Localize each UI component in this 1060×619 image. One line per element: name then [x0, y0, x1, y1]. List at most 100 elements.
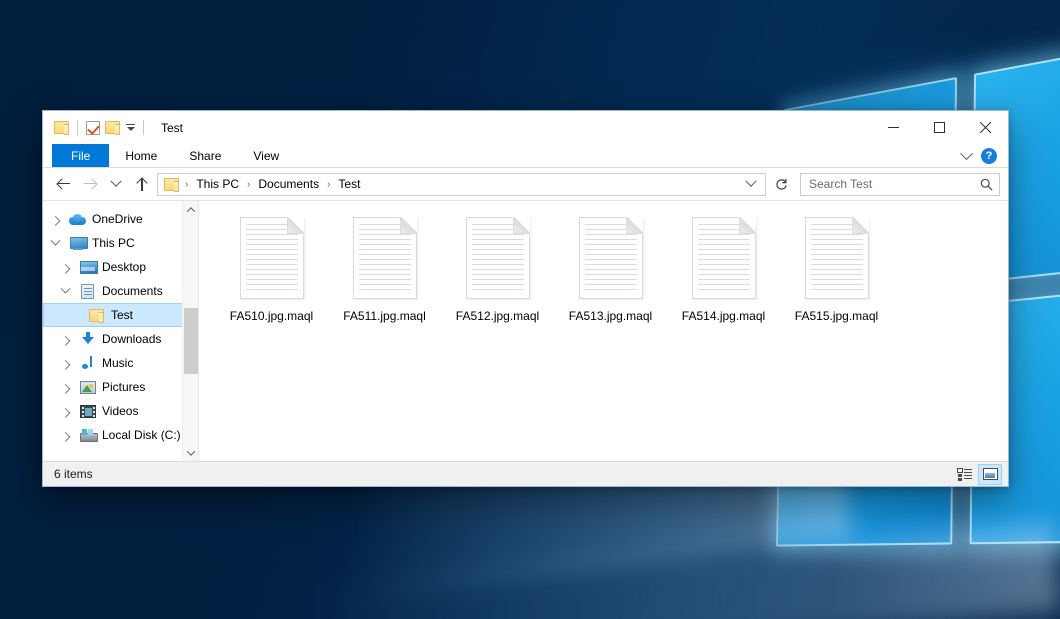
breadcrumb-separator-2: ›	[326, 179, 331, 190]
sidebar-item-this-pc[interactable]: This PC	[43, 231, 198, 255]
tab-view[interactable]: View	[237, 144, 295, 167]
file-item[interactable]: FA515.jpg.maql	[780, 215, 893, 323]
search-icon	[980, 178, 993, 191]
sidebar-item-label: Pictures	[102, 380, 145, 394]
ribbon-tabs: File Home Share View ?	[43, 144, 1008, 168]
sidebar-item-label: Test	[111, 308, 133, 322]
onedrive-icon	[69, 214, 86, 225]
sidebar-item-documents[interactable]: Documents	[43, 279, 198, 303]
ribbon-right-controls: ?	[962, 144, 1002, 168]
sidebar-item-pictures[interactable]: Pictures	[43, 375, 198, 399]
properties-check-icon[interactable]	[86, 121, 100, 135]
window-controls	[870, 111, 1008, 144]
details-view-button[interactable]	[952, 464, 976, 485]
breadcrumb-chevron-down-icon[interactable]	[745, 176, 756, 187]
chevron-right-icon[interactable]	[57, 336, 73, 343]
chevron-down-icon[interactable]	[47, 240, 63, 247]
generic-document-icon	[805, 217, 869, 299]
chevron-right-icon[interactable]	[57, 264, 73, 271]
details-view-icon	[957, 468, 972, 480]
documents-icon	[79, 284, 96, 299]
status-bar: 6 items	[43, 461, 1008, 486]
close-button[interactable]	[962, 111, 1008, 144]
sidebar-item-label: Music	[102, 356, 133, 370]
navigation-tree: OneDrive This PC Desktop	[43, 201, 198, 461]
window-body: OneDrive This PC Desktop	[43, 200, 1008, 461]
file-item[interactable]: FA514.jpg.maql	[667, 215, 780, 323]
folder-icon[interactable]	[54, 121, 69, 134]
navigation-scrollbar[interactable]	[182, 201, 198, 461]
sidebar-item-label: Documents	[102, 284, 163, 298]
generic-document-icon	[692, 217, 756, 299]
sidebar-item-label: This PC	[92, 236, 135, 250]
sidebar-item-label: Desktop	[102, 260, 146, 274]
title-bar: Test	[43, 111, 1008, 144]
breadcrumb-item-documents[interactable]: Documents	[253, 175, 324, 193]
generic-document-icon	[353, 217, 417, 299]
videos-icon	[79, 405, 96, 418]
chevron-right-icon[interactable]	[57, 432, 73, 439]
search-box[interactable]	[800, 173, 1000, 196]
sidebar-item-downloads[interactable]: Downloads	[43, 327, 198, 351]
breadcrumb[interactable]: › This PC › Documents › Test	[157, 173, 766, 196]
breadcrumb-folder-icon	[164, 178, 179, 191]
new-folder-icon[interactable]	[105, 121, 120, 134]
sidebar-item-onedrive[interactable]: OneDrive	[43, 207, 198, 231]
breadcrumb-separator-0: ›	[184, 179, 189, 190]
large-icons-view-icon	[983, 468, 998, 480]
file-item[interactable]: FA510.jpg.maql	[215, 215, 328, 323]
file-name: FA512.jpg.maql	[456, 309, 539, 323]
file-item[interactable]: FA512.jpg.maql	[441, 215, 554, 323]
desktop: Test File Home Share View ?	[0, 0, 1060, 619]
tab-home[interactable]: Home	[109, 144, 173, 167]
toolbar-divider-2	[143, 120, 144, 135]
customize-toolbar-chevron-down-icon[interactable]	[125, 124, 135, 131]
recent-locations-button[interactable]	[105, 173, 127, 195]
breadcrumb-item-this-pc[interactable]: This PC	[191, 175, 244, 193]
help-icon[interactable]: ?	[981, 148, 997, 164]
minimize-button[interactable]	[870, 111, 916, 144]
tab-share[interactable]: Share	[173, 144, 237, 167]
navigation-pane: OneDrive This PC Desktop	[43, 201, 198, 461]
file-list-pane[interactable]: FA510.jpg.maql FA511.jpg.maql FA512.jpg.…	[198, 201, 1008, 461]
scrollbar-track[interactable]	[183, 218, 199, 444]
expand-ribbon-chevron-down-icon[interactable]	[960, 147, 973, 160]
generic-document-icon	[240, 217, 304, 299]
this-pc-icon	[69, 237, 86, 250]
sidebar-item-music[interactable]: Music	[43, 351, 198, 375]
sidebar-item-label: Videos	[102, 404, 138, 418]
file-name: FA513.jpg.maql	[569, 309, 652, 323]
sidebar-item-test[interactable]: Test	[43, 303, 198, 327]
up-button[interactable]	[131, 173, 153, 195]
tab-file[interactable]: File	[52, 144, 109, 167]
chevron-right-icon[interactable]	[57, 408, 73, 415]
file-name: FA510.jpg.maql	[230, 309, 313, 323]
chevron-right-icon[interactable]	[57, 384, 73, 391]
breadcrumb-item-test[interactable]: Test	[333, 175, 365, 193]
item-count-label: 6 items	[54, 467, 93, 481]
file-name: FA515.jpg.maql	[795, 309, 878, 323]
sidebar-item-label: OneDrive	[92, 212, 143, 226]
scroll-down-icon[interactable]	[183, 444, 199, 461]
sidebar-item-desktop[interactable]: Desktop	[43, 255, 198, 279]
toolbar-divider	[77, 120, 78, 135]
scrollbar-thumb[interactable]	[184, 308, 198, 374]
file-item[interactable]: FA511.jpg.maql	[328, 215, 441, 323]
chevron-right-icon[interactable]	[47, 216, 63, 223]
forward-button[interactable]	[79, 173, 101, 195]
file-explorer-window: Test File Home Share View ?	[42, 110, 1009, 487]
refresh-button[interactable]	[770, 173, 792, 196]
chevron-down-icon[interactable]	[57, 288, 73, 295]
file-name: FA511.jpg.maql	[343, 309, 426, 323]
search-input[interactable]	[809, 177, 980, 191]
folder-icon	[88, 309, 105, 322]
scroll-up-icon[interactable]	[183, 201, 199, 218]
large-icons-view-button[interactable]	[978, 464, 1002, 485]
desktop-icon	[79, 261, 96, 274]
chevron-right-icon[interactable]	[57, 360, 73, 367]
maximize-button[interactable]	[916, 111, 962, 144]
back-button[interactable]	[53, 173, 75, 195]
sidebar-item-local-disk[interactable]: Local Disk (C:)	[43, 423, 198, 447]
file-item[interactable]: FA513.jpg.maql	[554, 215, 667, 323]
sidebar-item-videos[interactable]: Videos	[43, 399, 198, 423]
